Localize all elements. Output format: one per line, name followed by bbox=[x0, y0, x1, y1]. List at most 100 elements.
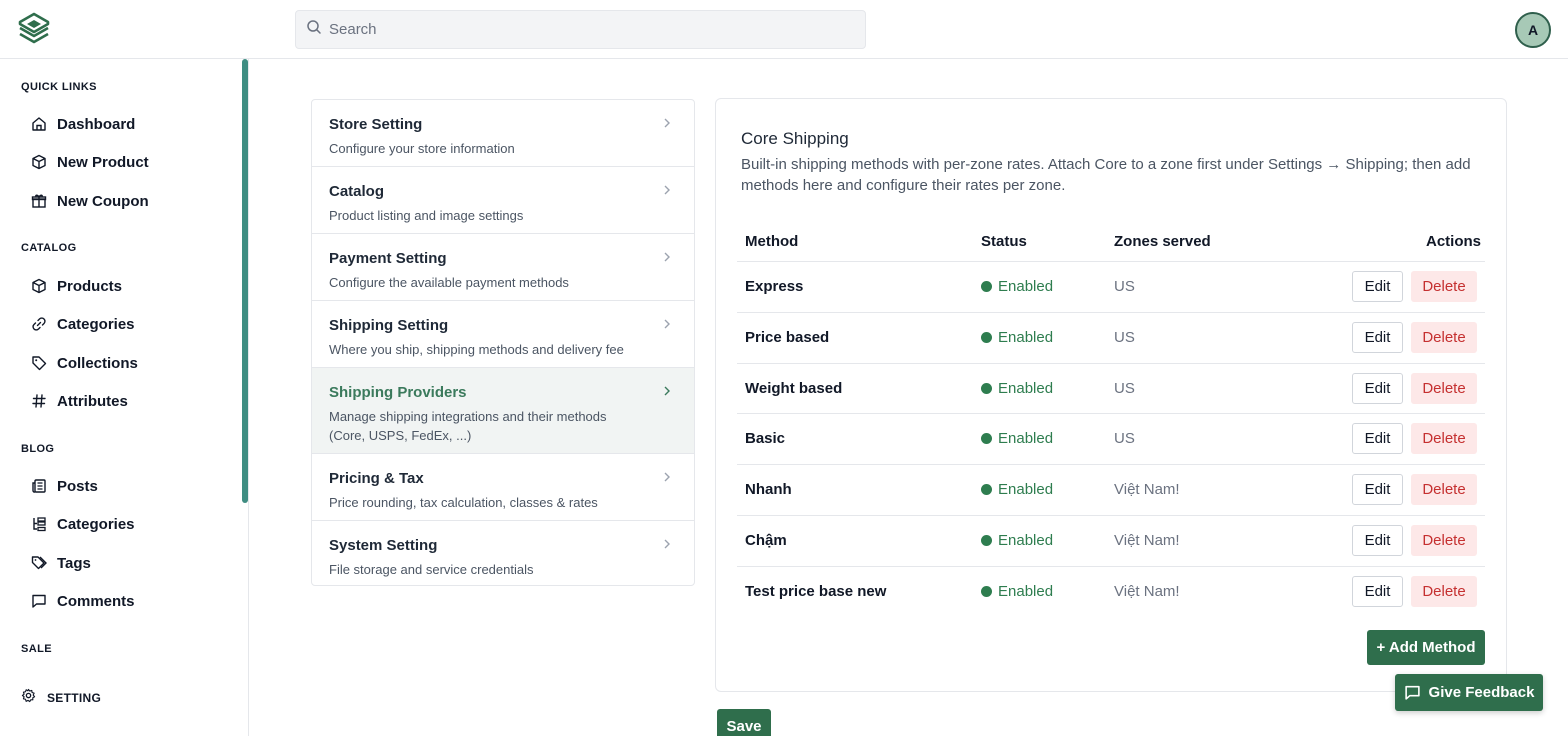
sidebar-item-new-product[interactable]: New Product bbox=[31, 151, 149, 173]
status-label: Enabled bbox=[998, 430, 1054, 447]
menu-item-description: Product listing and image settings bbox=[329, 208, 524, 223]
edit-button[interactable]: Edit bbox=[1352, 271, 1403, 302]
sidebar-item-setting[interactable]: SETTING bbox=[21, 688, 101, 708]
status-dot bbox=[981, 535, 992, 546]
section-title-catalog: CATALOG bbox=[21, 242, 77, 254]
tag-icon bbox=[31, 355, 47, 371]
zones-served: Việt Nam! bbox=[1114, 583, 1180, 600]
sidebar-item-attributes[interactable]: Attributes bbox=[31, 390, 128, 412]
menu-item-system-setting[interactable]: System Setting File storage and service … bbox=[312, 521, 694, 585]
hash-icon bbox=[31, 393, 47, 409]
status-dot bbox=[981, 383, 992, 394]
status-label: Enabled bbox=[998, 532, 1054, 549]
section-title-blog: BLOG bbox=[21, 443, 55, 455]
card-title: Core Shipping bbox=[741, 129, 849, 148]
sidebar-item-blog-categories[interactable]: Categories bbox=[31, 513, 135, 535]
edit-button[interactable]: Edit bbox=[1352, 576, 1403, 607]
add-method-button[interactable]: + Add Method bbox=[1367, 630, 1485, 665]
table-row: Weight based Enabled US Edit Delete bbox=[737, 363, 1485, 414]
status-badge: Enabled bbox=[981, 430, 1053, 447]
delete-button[interactable]: Delete bbox=[1411, 474, 1477, 505]
status-dot bbox=[981, 484, 992, 495]
status-dot bbox=[981, 332, 992, 343]
menu-item-description: Price rounding, tax calculation, classes… bbox=[329, 495, 598, 510]
search-box[interactable] bbox=[295, 10, 866, 49]
logo-icon[interactable] bbox=[16, 11, 52, 47]
give-feedback-button[interactable]: Give Feedback bbox=[1395, 674, 1543, 711]
save-button[interactable]: Save bbox=[717, 709, 771, 736]
status-badge: Enabled bbox=[981, 278, 1053, 295]
settings-menu: Store Setting Configure your store infor… bbox=[311, 99, 695, 586]
delete-button[interactable]: Delete bbox=[1411, 373, 1477, 404]
menu-item-catalog[interactable]: Catalog Product listing and image settin… bbox=[312, 167, 694, 234]
menu-item-store-setting[interactable]: Store Setting Configure your store infor… bbox=[312, 100, 694, 167]
sidebar-item-products[interactable]: Products bbox=[31, 275, 122, 297]
menu-item-description: File storage and service credentials bbox=[329, 562, 534, 577]
edit-button[interactable]: Edit bbox=[1352, 322, 1403, 353]
menu-item-shipping-providers[interactable]: Shipping Providers Manage shipping integ… bbox=[312, 368, 694, 454]
status-badge: Enabled bbox=[981, 532, 1053, 549]
section-title-quick-links: QUICK LINKS bbox=[21, 81, 97, 93]
chevron-right-icon bbox=[664, 185, 670, 195]
zones-served: Việt Nam! bbox=[1114, 532, 1180, 549]
chevron-right-icon bbox=[664, 472, 670, 482]
edit-button[interactable]: Edit bbox=[1352, 474, 1403, 505]
column-header-method: Method bbox=[745, 233, 799, 250]
sidebar-item-new-coupon[interactable]: New Coupon bbox=[31, 190, 149, 212]
card-description: Built-in shipping methods with per-zone … bbox=[741, 156, 1471, 194]
sidebar-item-categories[interactable]: Categories bbox=[31, 313, 135, 335]
table-row: Price based Enabled US Edit Delete bbox=[737, 312, 1485, 363]
status-dot bbox=[981, 433, 992, 444]
edit-button[interactable]: Edit bbox=[1352, 423, 1403, 454]
method-name: Chậm bbox=[745, 532, 787, 549]
search-input[interactable] bbox=[329, 21, 829, 38]
zones-served: Việt Nam! bbox=[1114, 481, 1180, 498]
delete-button[interactable]: Delete bbox=[1411, 322, 1477, 353]
sidebar-item-dashboard[interactable]: Dashboard bbox=[31, 113, 135, 135]
zones-served: US bbox=[1114, 329, 1135, 346]
method-name: Basic bbox=[745, 430, 786, 447]
status-dot bbox=[981, 586, 992, 597]
gear-icon bbox=[21, 688, 36, 708]
sidebar-item-label: Categories bbox=[57, 515, 135, 533]
menu-item-description: Where you ship, shipping methods and del… bbox=[329, 342, 624, 357]
sidebar-item-label: Dashboard bbox=[57, 115, 136, 133]
sidebar-item-label: New Product bbox=[57, 153, 149, 171]
chevron-right-icon bbox=[664, 118, 670, 128]
table-row: Chậm Enabled Việt Nam! Edit Delete bbox=[737, 515, 1485, 566]
menu-item-title: Pricing & Tax bbox=[329, 470, 424, 487]
method-name: Nhanh bbox=[745, 481, 792, 498]
edit-button[interactable]: Edit bbox=[1352, 373, 1403, 404]
home-icon bbox=[31, 116, 47, 132]
menu-item-title: Catalog bbox=[329, 183, 385, 200]
tree-icon bbox=[31, 516, 47, 532]
comment-icon bbox=[1404, 685, 1420, 700]
sidebar-item-collections[interactable]: Collections bbox=[31, 352, 138, 374]
method-name: Weight based bbox=[745, 380, 843, 397]
delete-button[interactable]: Delete bbox=[1411, 525, 1477, 556]
sidebar-item-comments[interactable]: Comments bbox=[31, 590, 135, 612]
column-header-status: Status bbox=[981, 233, 1027, 250]
sidebar-item-posts[interactable]: Posts bbox=[31, 475, 98, 497]
menu-item-title: Payment Setting bbox=[329, 250, 447, 267]
menu-item-shipping-setting[interactable]: Shipping Setting Where you ship, shippin… bbox=[312, 301, 694, 368]
gift-icon bbox=[31, 193, 47, 209]
sidebar-scrollbar[interactable] bbox=[242, 59, 248, 503]
menu-item-payment-setting[interactable]: Payment Setting Configure the available … bbox=[312, 234, 694, 301]
sidebar: QUICK LINKS Dashboard New Product New Co… bbox=[0, 59, 249, 736]
status-label: Enabled bbox=[998, 380, 1054, 397]
delete-button[interactable]: Delete bbox=[1411, 423, 1477, 454]
avatar[interactable]: A bbox=[1515, 12, 1551, 48]
edit-button[interactable]: Edit bbox=[1352, 525, 1403, 556]
delete-button[interactable]: Delete bbox=[1411, 576, 1477, 607]
sidebar-item-label: Posts bbox=[57, 477, 98, 495]
delete-button[interactable]: Delete bbox=[1411, 271, 1477, 302]
newspaper-icon bbox=[31, 478, 47, 494]
box-icon bbox=[31, 278, 47, 294]
status-badge: Enabled bbox=[981, 329, 1053, 346]
sidebar-item-tags[interactable]: Tags bbox=[31, 552, 91, 574]
table-row: Nhanh Enabled Việt Nam! Edit Delete bbox=[737, 464, 1485, 515]
menu-item-pricing-tax[interactable]: Pricing & Tax Price rounding, tax calcul… bbox=[312, 454, 694, 521]
table-row: Express Enabled US Edit Delete bbox=[737, 261, 1485, 312]
menu-item-description: Manage shipping integrations and their m… bbox=[329, 409, 607, 443]
